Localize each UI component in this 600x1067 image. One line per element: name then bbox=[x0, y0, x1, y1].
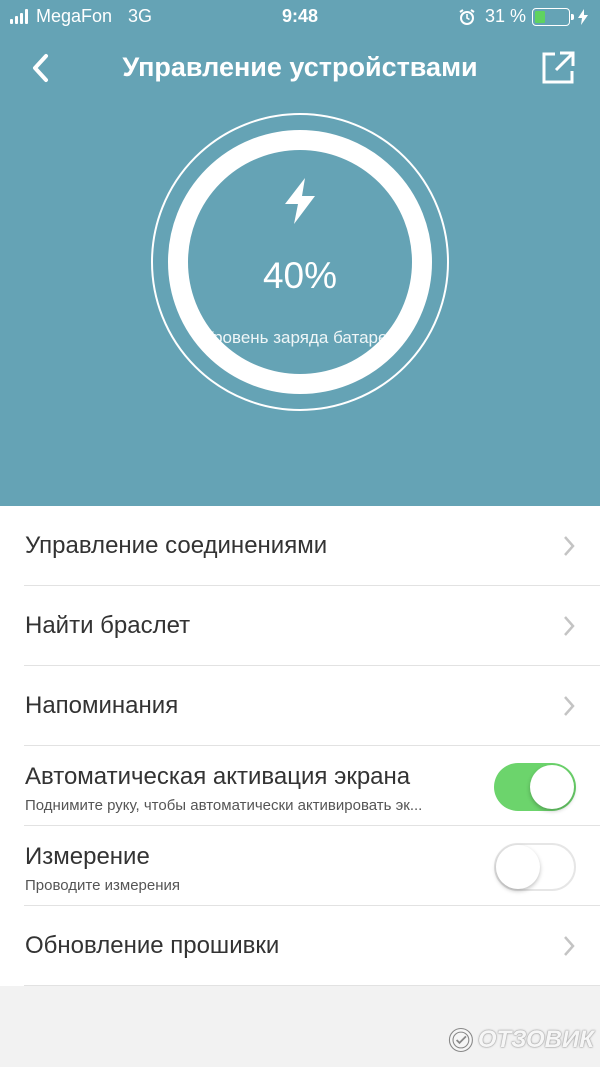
list-item-label: Напоминания bbox=[25, 692, 179, 719]
list-item-reminders[interactable]: Напоминания bbox=[0, 666, 600, 746]
battery-icon bbox=[532, 7, 574, 26]
battery-percent: 31 % bbox=[484, 6, 526, 26]
list-item-label: Автоматическая активация экрана bbox=[25, 763, 411, 790]
list-item-label: Обновление прошивки bbox=[25, 932, 280, 959]
chevron-right-icon bbox=[564, 696, 575, 716]
chevron-right-icon bbox=[564, 616, 575, 636]
list-item-auto-screen: Автоматическая активация экрана Поднимит… bbox=[0, 746, 600, 826]
nav-bar: Управление устройствами bbox=[0, 40, 600, 96]
list-item-connections[interactable]: Управление соединениями bbox=[0, 506, 600, 586]
header: MegaFon 3G 9:48 31 % Управление устройст… bbox=[0, 0, 600, 506]
watermark: ОТЗОВИК bbox=[448, 1020, 594, 1060]
list-item-subtitle: Проводите измерения bbox=[25, 877, 181, 894]
list-item-label: Управление соединениями bbox=[25, 532, 328, 559]
list-item-label: Найти браслет bbox=[25, 612, 191, 639]
battery-level-value: 40% bbox=[262, 255, 338, 296]
watermark-text: ОТЗОВИК bbox=[477, 1026, 594, 1053]
auto-screen-toggle[interactable] bbox=[494, 763, 576, 811]
charging-icon bbox=[578, 8, 588, 25]
watermark-logo-icon bbox=[448, 1027, 473, 1053]
chevron-right-icon bbox=[564, 536, 575, 556]
list-item-measurement: Измерение Проводите измерения bbox=[0, 826, 600, 906]
list-item-find-band[interactable]: Найти браслет bbox=[0, 586, 600, 666]
list-item-firmware-update[interactable]: Обновление прошивки bbox=[0, 906, 600, 986]
list-item-label: Измерение bbox=[25, 843, 150, 870]
share-icon[interactable] bbox=[540, 50, 576, 86]
alarm-icon bbox=[459, 8, 475, 25]
measurement-toggle[interactable] bbox=[494, 843, 576, 891]
page-title: Управление устройствами bbox=[122, 52, 478, 82]
settings-list: Управление соединениями Найти браслет На… bbox=[0, 506, 600, 986]
status-bar: MegaFon 3G 9:48 31 % bbox=[0, 0, 600, 34]
list-item-subtitle: Поднимите руку, чтобы автоматически акти… bbox=[25, 797, 423, 814]
bolt-icon bbox=[285, 178, 315, 224]
chevron-right-icon bbox=[564, 936, 575, 956]
battery-level-label: Уровень заряда батареи bbox=[203, 328, 397, 347]
